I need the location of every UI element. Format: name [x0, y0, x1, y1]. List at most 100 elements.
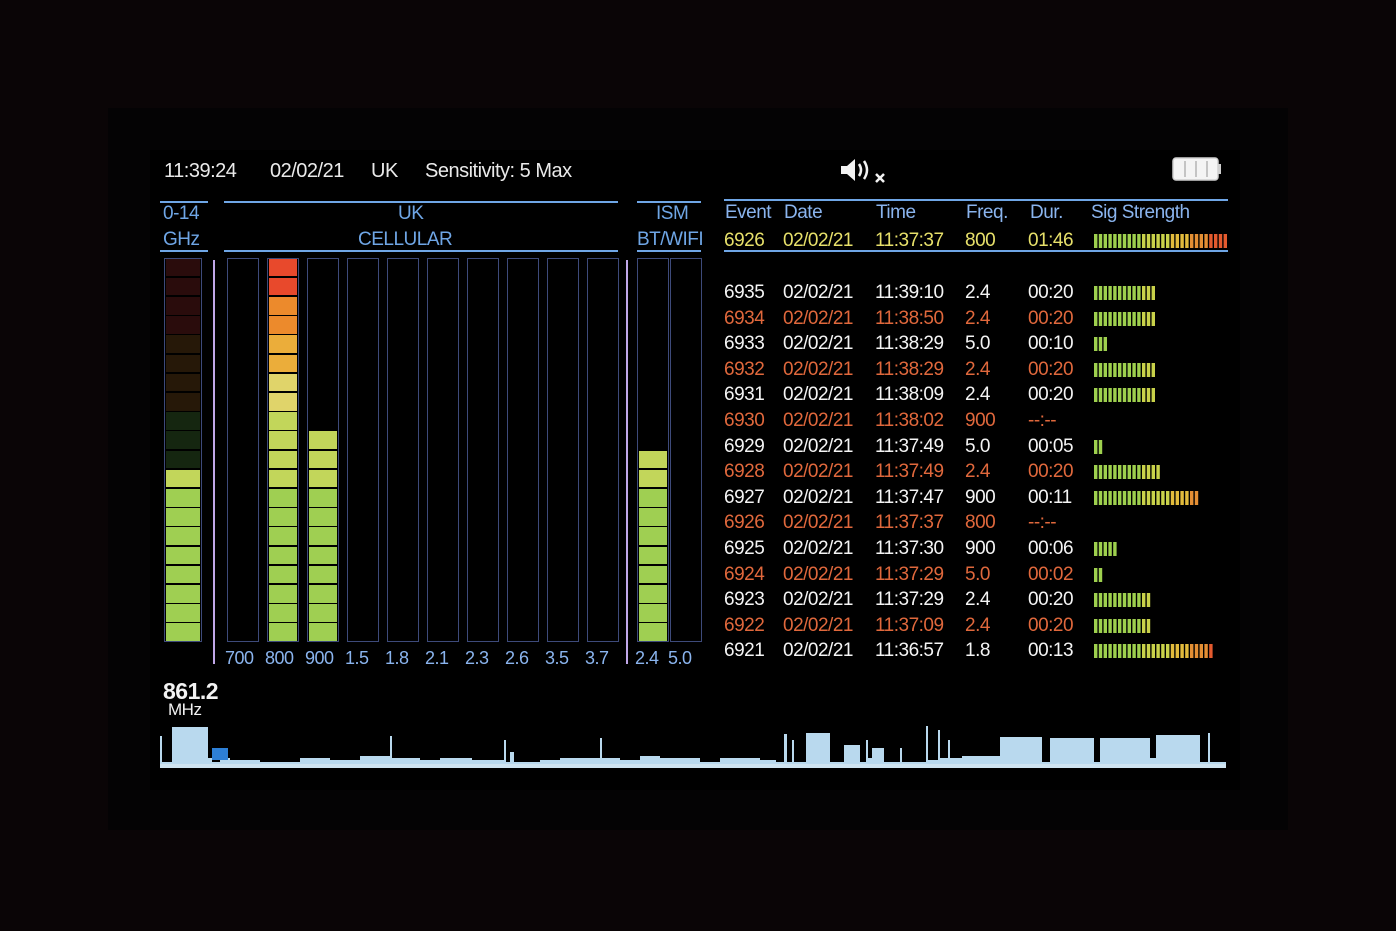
signal-segment: [1108, 593, 1112, 608]
signal-segment: [1103, 388, 1107, 403]
signal-segment: [1194, 234, 1199, 248]
meter-segment: [309, 469, 337, 488]
signal-segment: [1127, 490, 1131, 505]
signal-segment: [1151, 644, 1155, 659]
signal-segment: [1156, 234, 1160, 248]
signal-strength-bar: [1094, 337, 1107, 352]
signal-segment: [1137, 388, 1141, 403]
event-id: 6926: [724, 230, 765, 251]
signal-segment: [1098, 465, 1103, 480]
signal-segment: [1094, 465, 1098, 480]
signal-segment: [1108, 388, 1112, 403]
event-time: 11:37:37: [875, 512, 944, 534]
signal-segment: [1199, 644, 1203, 659]
signal-segment: [1113, 286, 1117, 300]
event-time: 11:37:09: [875, 614, 944, 636]
sensitivity-label[interactable]: Sensitivity: 5 Max: [425, 160, 572, 183]
signal-segment: [1094, 644, 1098, 659]
signal-segment: [1103, 362, 1107, 377]
meter-segment: [269, 412, 297, 430]
signal-segment: [1185, 490, 1189, 505]
signal-segment: [1180, 234, 1184, 248]
signal-segment: [1094, 388, 1098, 403]
meter-segment: [269, 335, 297, 353]
col-header-date: Date: [784, 202, 823, 223]
event-id: 6934: [724, 307, 765, 329]
signal-strength-bar: [1094, 644, 1213, 659]
meter-segment: [309, 623, 337, 641]
event-id: 6926: [724, 512, 765, 534]
signal-segment: [1098, 286, 1103, 300]
tuning-cursor[interactable]: [212, 748, 228, 760]
event-id: 6924: [724, 563, 765, 585]
signal-segment: [1098, 439, 1103, 454]
signal-segment: [1118, 644, 1122, 659]
event-duration: 00:20: [1028, 358, 1074, 380]
frequency-unit: MHz: [168, 700, 202, 719]
event-date: 02/02/21: [783, 486, 853, 508]
signal-segment: [1156, 644, 1160, 659]
speaker-muted-icon[interactable]: [838, 156, 894, 184]
signal-segment: [1108, 542, 1112, 556]
meter-segment: [269, 565, 297, 584]
event-duration: 00:20: [1028, 384, 1074, 406]
meter-segment: [166, 469, 200, 488]
event-freq: 1.8: [965, 640, 990, 662]
signal-strength-bar: [1094, 516, 1234, 530]
signal-segment: [1137, 644, 1141, 659]
event-time: 11:38:09: [875, 384, 944, 406]
event-id: 6923: [724, 589, 765, 611]
event-id: 6933: [724, 333, 765, 355]
meter-segment: [166, 488, 200, 507]
signal-segment: [1098, 593, 1103, 608]
signal-segment: [1103, 234, 1107, 248]
signal-segment: [1127, 465, 1131, 480]
meter-segment: [269, 431, 297, 449]
meter-segment: [639, 469, 667, 488]
event-date: 02/02/21: [783, 307, 853, 329]
signal-segment: [1137, 465, 1141, 480]
signal-segment: [1204, 234, 1208, 248]
signal-segment: [1113, 490, 1117, 505]
signal-segment: [1108, 362, 1112, 377]
signal-segment: [1132, 388, 1136, 403]
meter-segment: [639, 488, 667, 507]
meter-segment: [269, 296, 297, 315]
meter-segment: [166, 335, 200, 353]
event-date: 02/02/21: [783, 282, 853, 303]
meter-segment: [166, 373, 200, 392]
ism-band-label: 5.0: [668, 648, 692, 668]
signal-strength-bar: [1094, 593, 1151, 608]
cellular-band-label: 3.5: [545, 648, 569, 668]
ism-meter-2-4: [637, 258, 669, 642]
spectrum-display[interactable]: [160, 720, 1226, 770]
signal-segment: [1146, 644, 1151, 659]
signal-segment: [1122, 593, 1127, 608]
ism-band-label: 2.4: [635, 648, 659, 668]
signal-segment: [1113, 234, 1117, 248]
signal-segment: [1098, 618, 1103, 633]
meter-segment: [639, 546, 667, 565]
signal-segment: [1137, 311, 1141, 326]
event-duration: --:--: [1028, 512, 1057, 534]
signal-segment: [1113, 311, 1117, 326]
signal-segment: [1113, 644, 1117, 659]
signal-segment: [1122, 618, 1127, 633]
event-time: 11:38:29: [875, 333, 944, 355]
signal-segment: [1151, 286, 1155, 300]
range-bottom-line: [160, 250, 208, 252]
signal-segment: [1127, 286, 1131, 300]
signal-segment: [1137, 618, 1141, 633]
cellular-band-label: 1.8: [385, 648, 409, 668]
signal-segment: [1103, 490, 1107, 505]
event-duration: 00:20: [1028, 461, 1074, 483]
signal-strength-bar: [1094, 439, 1103, 454]
signal-segment: [1194, 644, 1199, 659]
meter-segment: [166, 392, 200, 411]
signal-segment: [1113, 593, 1117, 608]
signal-segment: [1098, 311, 1103, 326]
event-freq: 5.0: [965, 435, 990, 457]
meter-segment: [166, 604, 200, 622]
signal-segment: [1170, 644, 1175, 659]
event-freq: 900: [965, 486, 996, 508]
